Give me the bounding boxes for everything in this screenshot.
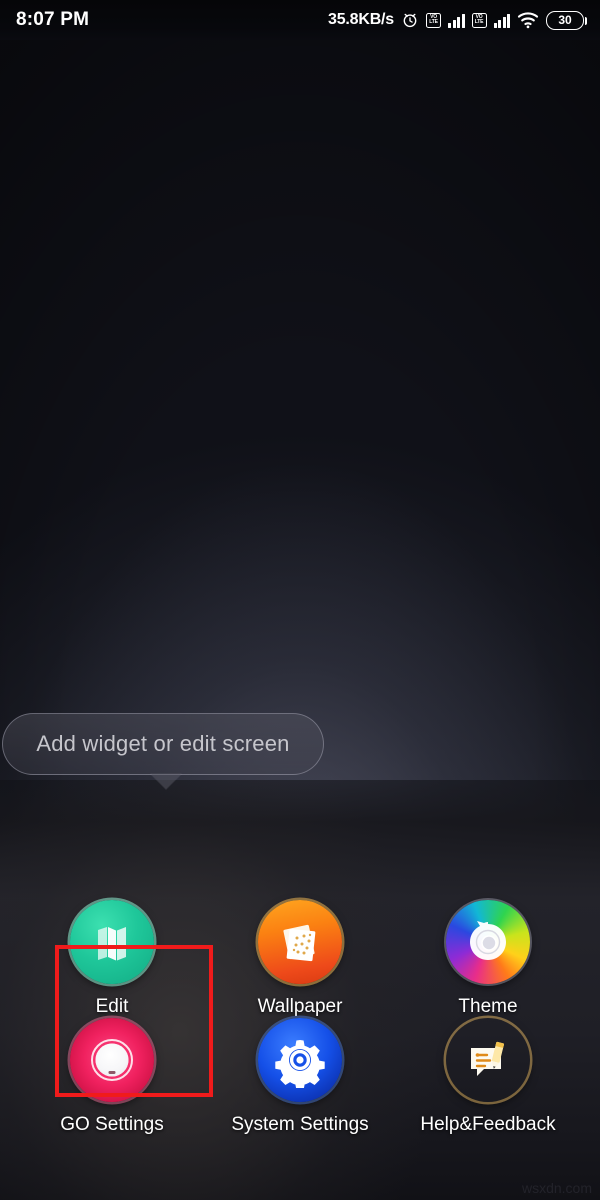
- alarm-clock-icon: [401, 11, 419, 29]
- status-bar-clock: 8:07 PM: [16, 9, 90, 30]
- volte-sim2-bottom: LTE: [474, 19, 484, 25]
- menu-item-label: Help&Feedback: [420, 1114, 556, 1135]
- edit-panels-icon[interactable]: [70, 900, 154, 984]
- home-options-grid: Edit Wallpaper Theme GO Settings System …: [0, 890, 600, 1200]
- watermark: wsxdn.com: [521, 1180, 592, 1196]
- status-bar: 8:07 PM 35.8KB/s VO LTE VO LTE 30: [0, 0, 600, 40]
- help-feedback-icon[interactable]: [446, 1018, 530, 1102]
- add-widget-tooltip-label: Add widget or edit screen: [36, 731, 290, 756]
- status-bar-indicators: 35.8KB/s VO LTE VO LTE 30: [328, 10, 587, 30]
- gear-icon[interactable]: [258, 1018, 342, 1102]
- menu-item-label: Theme: [458, 996, 518, 1017]
- tooltip-pointer-icon: [150, 773, 182, 789]
- menu-item-edit[interactable]: Edit: [18, 900, 206, 1018]
- menu-item-label: Edit: [95, 996, 129, 1017]
- menu-item-theme[interactable]: Theme: [394, 900, 582, 1018]
- menu-item-label: GO Settings: [60, 1114, 164, 1135]
- menu-item-label: System Settings: [231, 1114, 369, 1135]
- battery-level-text: 30: [558, 13, 572, 27]
- menu-item-go-settings[interactable]: GO Settings: [18, 1018, 206, 1136]
- signal-strength-sim2-icon: [493, 13, 510, 28]
- battery-indicator: 30: [546, 10, 587, 30]
- menu-item-system-settings[interactable]: System Settings: [206, 1018, 394, 1136]
- menu-item-wallpaper[interactable]: Wallpaper: [206, 900, 394, 1018]
- add-widget-tooltip[interactable]: Add widget or edit screen: [2, 713, 324, 775]
- go-settings-icon[interactable]: [70, 1018, 154, 1102]
- phone-screen: 8:07 PM 35.8KB/s VO LTE VO LTE 30 Add wi…: [0, 0, 600, 1200]
- volte-sim2-icon: VO LTE: [471, 12, 487, 28]
- wallpaper-icon[interactable]: [258, 900, 342, 984]
- wifi-icon: [517, 11, 539, 29]
- volte-sim1-bottom: LTE: [429, 19, 438, 25]
- signal-strength-sim1-icon: [448, 13, 465, 28]
- network-speed-text: 35.8KB/s: [328, 11, 394, 28]
- menu-item-label: Wallpaper: [257, 996, 343, 1017]
- volte-sim1-icon: VO LTE: [426, 12, 441, 28]
- menu-item-help-feedback[interactable]: Help&Feedback: [394, 1018, 582, 1136]
- theme-palette-icon[interactable]: [446, 900, 530, 984]
